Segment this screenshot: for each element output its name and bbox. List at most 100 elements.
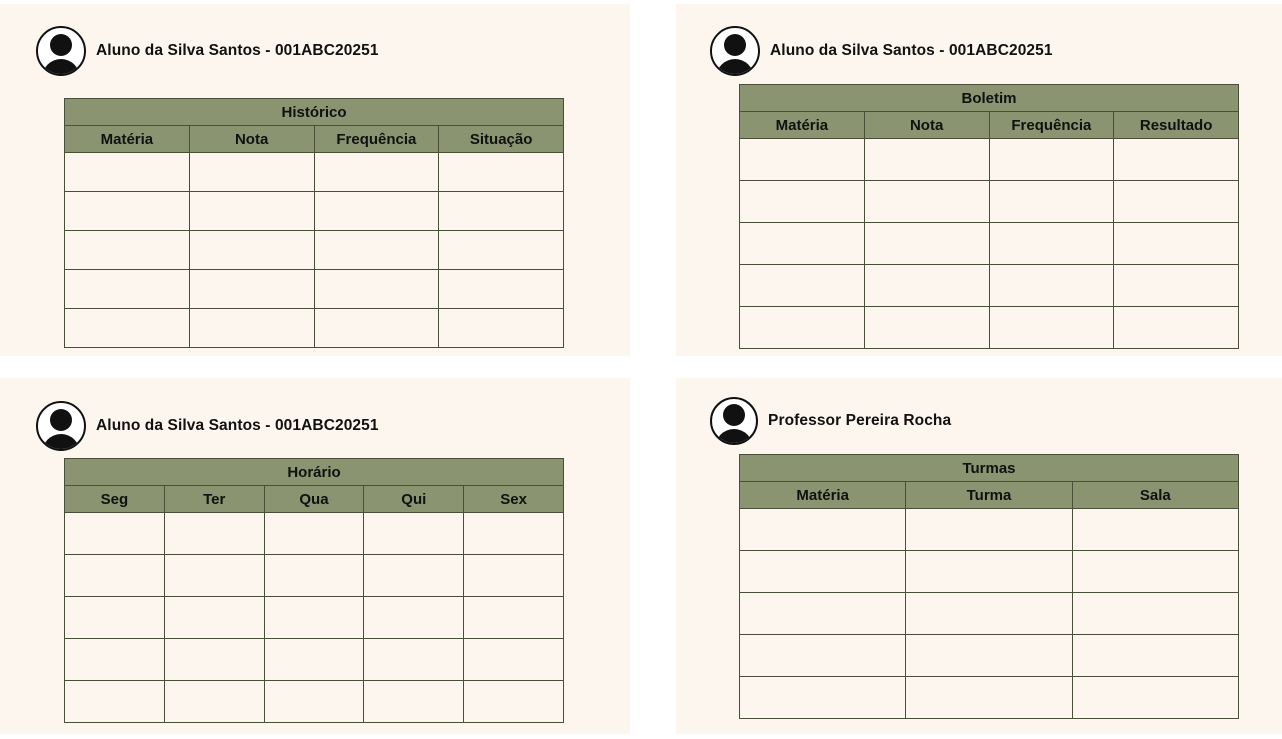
column-header: Ter	[163, 485, 265, 513]
table-title-row: Histórico	[64, 98, 564, 126]
user-avatar-icon	[36, 401, 86, 451]
user-header: Aluno da Silva Santos - 001ABC20251	[36, 401, 379, 451]
table-cell	[263, 638, 365, 681]
table-row	[64, 596, 564, 639]
table-cell	[1113, 222, 1239, 265]
user-name: Aluno da Silva Santos - 001ABC20251	[770, 42, 1053, 59]
table-cell	[263, 596, 365, 639]
table-cell	[363, 638, 465, 681]
table-header-row: Seg Ter Qua Qui Sex	[64, 485, 564, 513]
table-title-row: Boletim	[739, 84, 1239, 112]
table-cell	[863, 306, 990, 349]
table-cell	[438, 191, 564, 231]
table-cell	[738, 634, 907, 677]
table-cell	[363, 680, 465, 723]
table-cell	[263, 680, 365, 723]
table-cell	[64, 269, 190, 309]
user-header: Professor Pereira Rocha	[710, 397, 951, 445]
table-cell	[739, 138, 865, 181]
user-name: Aluno da Silva Santos - 001ABC20251	[96, 417, 379, 434]
table-row	[738, 550, 1240, 593]
table-cell	[1071, 508, 1240, 551]
table-cell	[739, 306, 865, 349]
table-row	[739, 264, 1239, 307]
column-header: Sex	[463, 485, 564, 513]
table-cell	[738, 550, 907, 593]
table-title: Turmas	[739, 454, 1239, 482]
table-cell	[738, 592, 907, 635]
table-cell	[463, 512, 564, 555]
table-row	[739, 180, 1239, 223]
table-header-row: Matéria Nota Frequência Resultado	[739, 111, 1239, 139]
table-cell	[863, 222, 990, 265]
table-cell	[863, 138, 990, 181]
table-header-row: Matéria Nota Frequência Situação	[64, 125, 564, 153]
table-cell	[1113, 306, 1239, 349]
table-cell	[438, 152, 564, 192]
table-cell	[313, 152, 440, 192]
user-avatar-icon	[710, 397, 758, 445]
table-cell	[739, 222, 865, 265]
table-row	[64, 308, 564, 348]
user-avatar-icon	[710, 26, 760, 76]
table-row	[64, 269, 564, 309]
table-title-row: Turmas	[739, 454, 1239, 482]
column-header: Seg	[64, 485, 165, 513]
table-cell	[263, 512, 365, 555]
table-cell	[64, 638, 165, 681]
user-header: Aluno da Silva Santos - 001ABC20251	[710, 26, 1053, 76]
turmas-panel: Professor Pereira Rocha Turmas Matéria Tur…	[676, 378, 1282, 734]
table-cell	[988, 222, 1115, 265]
table-cell	[313, 269, 440, 309]
table-row	[739, 222, 1239, 265]
table-header-row: Matéria Turma Sala	[738, 481, 1240, 509]
table-cell	[738, 508, 907, 551]
table-title-row: Horário	[64, 458, 564, 486]
table-cell	[438, 308, 564, 348]
table-cell	[64, 512, 165, 555]
table-row	[738, 634, 1240, 677]
table-cell	[863, 180, 990, 223]
table-cell	[463, 680, 564, 723]
table-row	[738, 676, 1240, 719]
table-row	[64, 512, 564, 555]
table-cell	[1113, 264, 1239, 307]
table-cell	[64, 680, 165, 723]
column-header: Turma	[905, 481, 1073, 509]
table-cell	[463, 554, 564, 597]
table-cell	[64, 230, 190, 270]
table-cell	[188, 230, 315, 270]
table-cell	[905, 592, 1073, 635]
table-row	[64, 191, 564, 231]
table-row	[64, 554, 564, 597]
table-cell	[188, 269, 315, 309]
table-cell	[738, 676, 907, 719]
user-name: Professor Pereira Rocha	[768, 412, 952, 429]
table-cell	[363, 596, 465, 639]
table-cell	[438, 230, 564, 270]
table-row	[738, 592, 1240, 635]
boletim-table: Boletim Matéria Nota Frequência Resultado	[739, 84, 1239, 349]
table-cell	[988, 306, 1115, 349]
user-name: Aluno da Silva Santos - 001ABC20251	[96, 42, 379, 59]
column-header: Situação	[438, 125, 564, 153]
table-cell	[64, 191, 190, 231]
column-header: Qua	[263, 485, 365, 513]
table-cell	[163, 596, 265, 639]
table-title: Boletim	[739, 84, 1239, 112]
table-row	[64, 230, 564, 270]
table-cell	[1071, 592, 1240, 635]
table-cell	[188, 152, 315, 192]
table-cell	[438, 269, 564, 309]
table-cell	[463, 596, 564, 639]
table-cell	[905, 550, 1073, 593]
table-row	[739, 306, 1239, 349]
horario-table: Horário Seg Ter Qua Qui Sex	[64, 458, 564, 723]
column-header: Sala	[1071, 481, 1240, 509]
column-header: Matéria	[738, 481, 907, 509]
table-cell	[988, 180, 1115, 223]
historico-table: Histórico Matéria Nota Frequência Situação	[64, 98, 564, 348]
table-cell	[64, 308, 190, 348]
table-cell	[1071, 634, 1240, 677]
table-cell	[988, 138, 1115, 181]
